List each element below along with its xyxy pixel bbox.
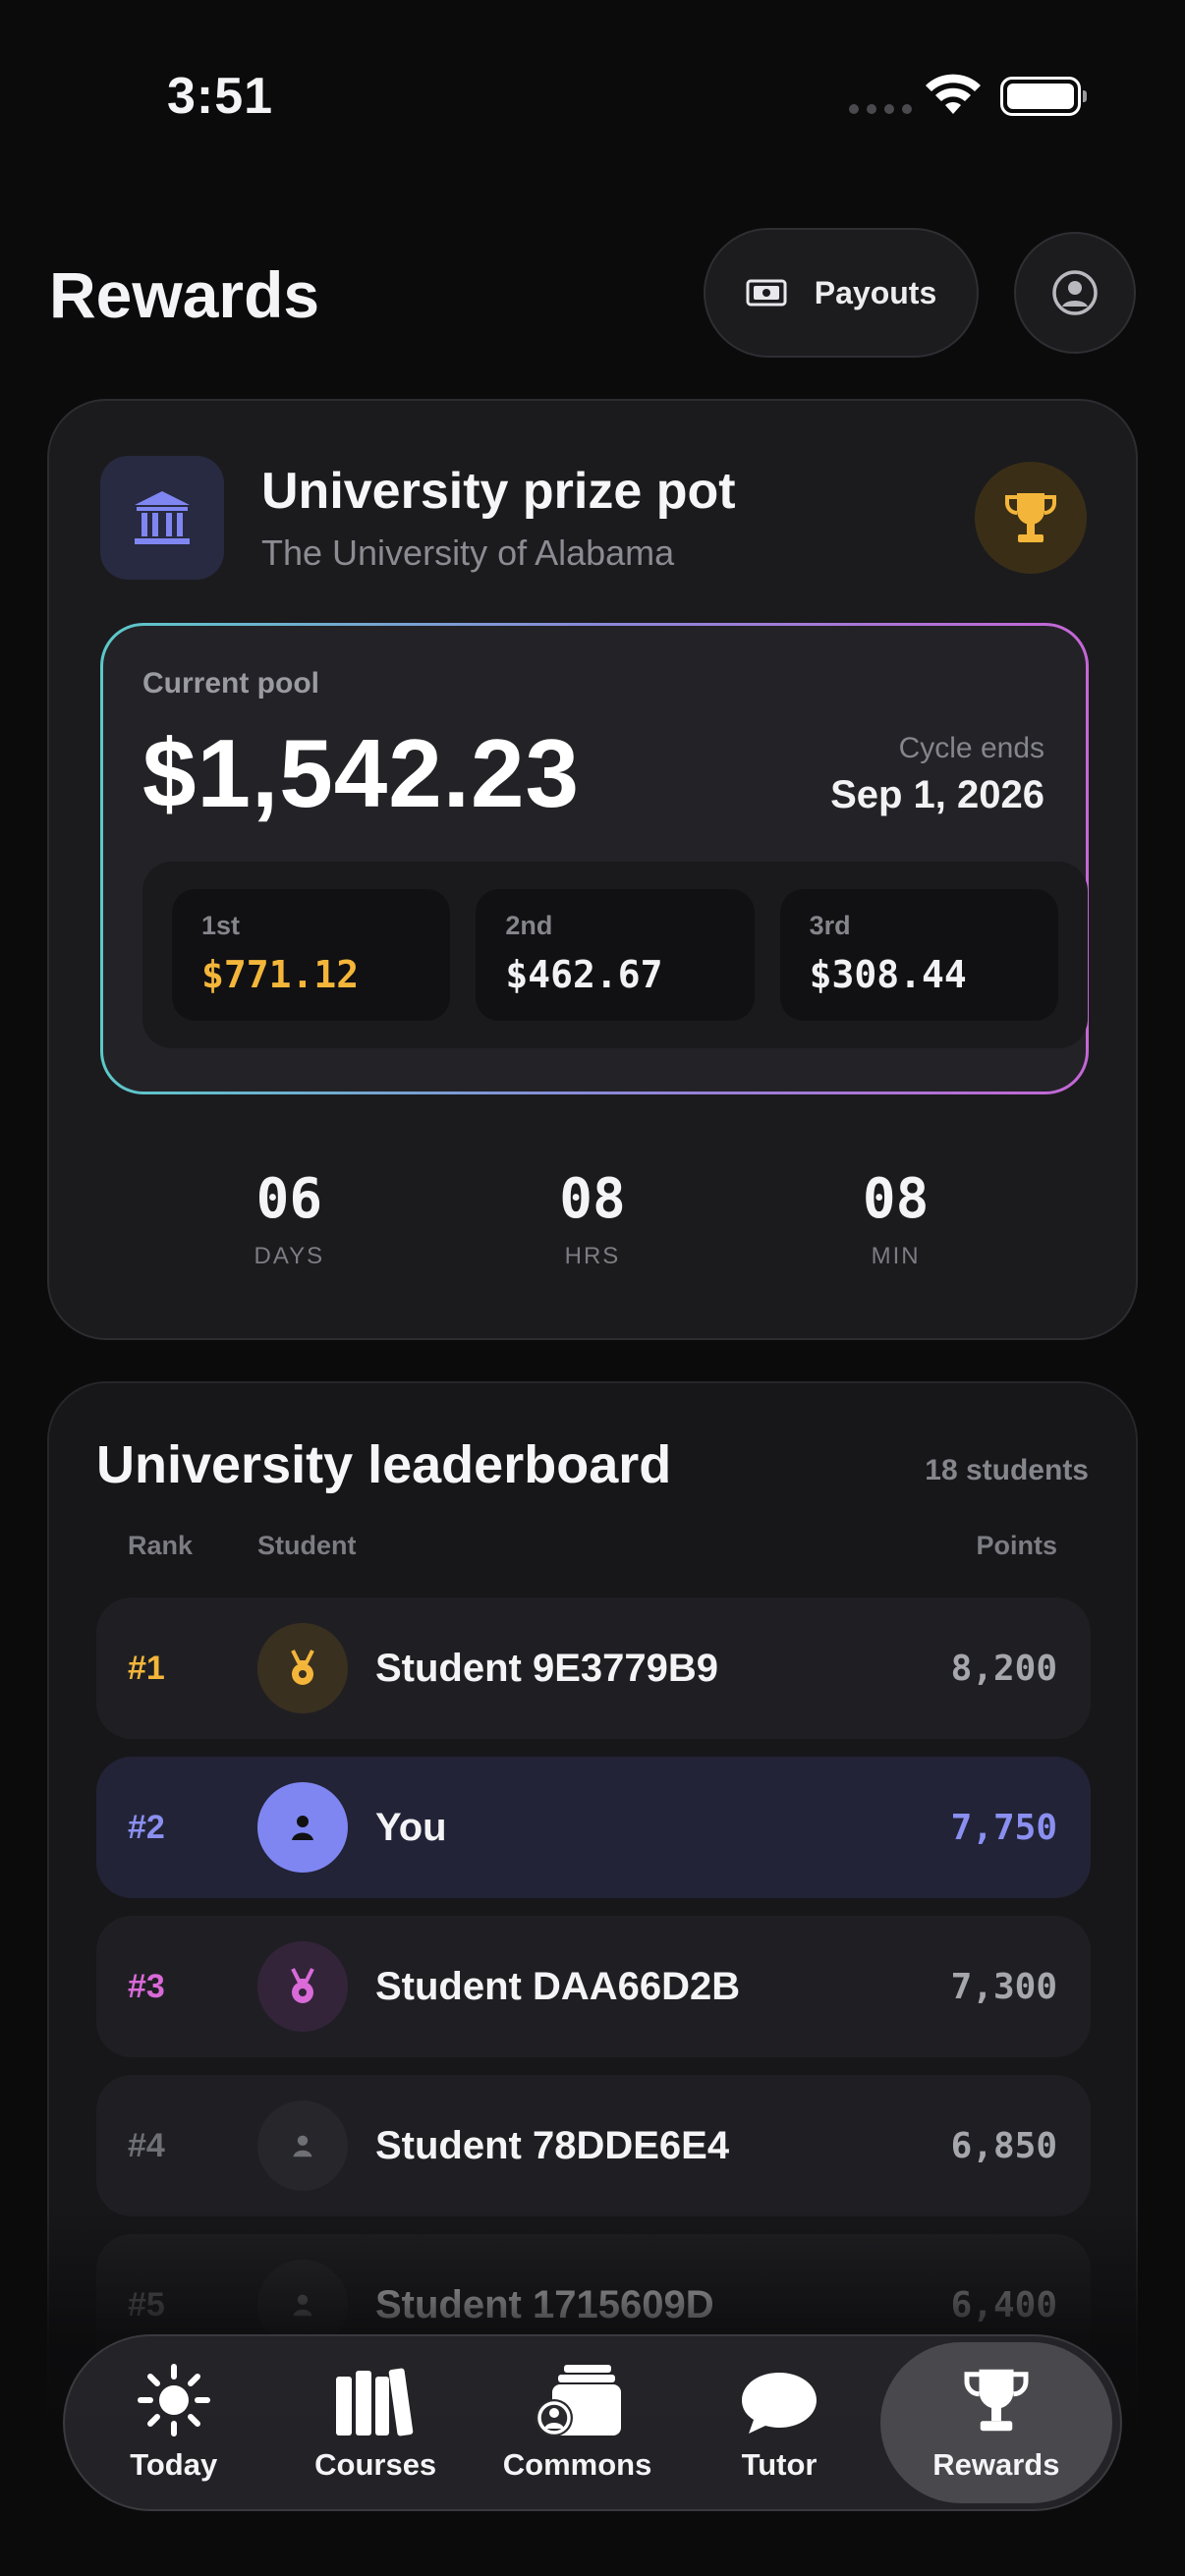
row-rank: #3 <box>128 1967 165 2005</box>
countdown-value: 06 <box>255 1167 323 1231</box>
user-avatar-icon <box>257 1782 348 1873</box>
row-student-name: Student DAA66D2B <box>375 1964 741 2008</box>
split-second: 2nd $462.67 <box>476 889 755 1021</box>
leaderboard-row[interactable]: #1 Student 9E3779B9 8,200 <box>96 1597 1091 1739</box>
prize-pot-card: University prize pot The University of A… <box>47 399 1138 1340</box>
row-points: 7,300 <box>950 1966 1057 2007</box>
profile-button[interactable] <box>1014 232 1136 354</box>
row-points: 8,200 <box>950 1648 1057 1689</box>
split-amount: $771.12 <box>201 953 360 996</box>
cellular-signal-icon <box>849 104 912 114</box>
tab-label: Courses <box>314 2447 437 2482</box>
row-student-name: Student 1715609D <box>375 2282 714 2326</box>
countdown-hours: 08 HRS <box>514 1167 671 1270</box>
commons-icon <box>533 2363 623 2437</box>
row-points: 7,750 <box>950 1807 1057 1848</box>
leaderboard-row[interactable]: #3 Student DAA66D2B 7,300 <box>96 1916 1091 2057</box>
trophy-icon <box>975 462 1087 574</box>
countdown-value: 08 <box>862 1167 930 1231</box>
leaderboard-row-you[interactable]: #2 You 7,750 <box>96 1757 1091 1898</box>
tab-rewards[interactable]: Rewards <box>879 2342 1112 2503</box>
page-title: Rewards <box>49 258 320 331</box>
row-rank: #2 <box>128 1808 165 1846</box>
tab-today[interactable]: Today <box>73 2342 274 2503</box>
header-rank: Rank <box>128 1531 194 1560</box>
split-place: 3rd <box>809 911 851 940</box>
cycle-label: Cycle ends <box>898 732 1044 764</box>
pool-amount: $1,542.23 <box>142 719 580 827</box>
tab-label: Rewards <box>932 2447 1060 2482</box>
tab-bar: Today Courses Commons Tutor Rewards <box>63 2334 1122 2511</box>
header-student: Student <box>257 1531 357 1560</box>
countdown-unit: DAYS <box>254 1243 325 1269</box>
university-building-icon <box>100 456 224 580</box>
pool-label: Current pool <box>142 667 319 700</box>
header-points: Points <box>976 1531 1057 1560</box>
tab-tutor[interactable]: Tutor <box>678 2342 879 2503</box>
countdown-timer: 06 DAYS 08 HRS 08 MIN <box>49 1167 1136 1270</box>
sun-icon <box>137 2363 211 2437</box>
payouts-label: Payouts <box>814 274 937 310</box>
university-name: The University of Alabama <box>261 532 675 573</box>
wifi-icon <box>926 74 981 114</box>
split-third: 3rd $308.44 <box>779 889 1058 1021</box>
tab-courses[interactable]: Courses <box>274 2342 476 2503</box>
status-time: 3:51 <box>167 68 274 125</box>
leaderboard-row[interactable]: #4 Student 78DDE6E4 6,850 <box>96 2075 1091 2216</box>
split-amount: $462.67 <box>505 953 663 996</box>
gold-medal-icon <box>257 1623 348 1713</box>
current-pool-panel: Current pool $1,542.23 Cycle ends Sep 1,… <box>100 623 1089 1094</box>
countdown-value: 08 <box>559 1167 626 1231</box>
row-student-name: Student 78DDE6E4 <box>375 2123 730 2167</box>
payouts-button[interactable]: Payouts <box>704 228 979 358</box>
countdown-unit: MIN <box>871 1243 921 1269</box>
cycle-end-date: Sep 1, 2026 <box>830 773 1044 816</box>
countdown-days: 06 DAYS <box>210 1167 367 1270</box>
tab-commons[interactable]: Commons <box>477 2342 678 2503</box>
books-icon <box>334 2363 417 2437</box>
row-rank: #1 <box>128 1649 165 1687</box>
row-rank: #4 <box>128 2126 165 2164</box>
battery-icon <box>1000 77 1087 116</box>
tab-label: Tutor <box>741 2447 818 2482</box>
profile-icon <box>1052 270 1098 315</box>
cash-icon <box>746 279 787 307</box>
tab-label: Commons <box>502 2447 652 2482</box>
tab-label: Today <box>130 2447 218 2482</box>
split-first: 1st $771.12 <box>172 889 451 1021</box>
chat-bubble-icon <box>739 2363 819 2437</box>
row-rank: #5 <box>128 2285 165 2324</box>
student-count: 18 students <box>925 1454 1089 1486</box>
trophy-icon <box>962 2363 1031 2437</box>
row-student-name: Student 9E3779B9 <box>375 1646 719 1690</box>
split-place: 2nd <box>505 911 553 940</box>
split-amount: $308.44 <box>809 953 967 996</box>
row-points: 6,400 <box>950 2284 1057 2325</box>
row-student-name: You <box>375 1805 447 1849</box>
leaderboard-title: University leaderboard <box>96 1435 672 1494</box>
countdown-minutes: 08 MIN <box>818 1167 975 1270</box>
countdown-unit: HRS <box>564 1243 621 1269</box>
prize-title: University prize pot <box>261 463 736 520</box>
split-place: 1st <box>201 911 241 940</box>
prize-splits: 1st $771.12 2nd $462.67 3rd $308.44 <box>142 862 1088 1048</box>
user-avatar-icon <box>257 2100 348 2191</box>
medal-icon <box>257 1941 348 2032</box>
row-points: 6,850 <box>950 2125 1057 2166</box>
